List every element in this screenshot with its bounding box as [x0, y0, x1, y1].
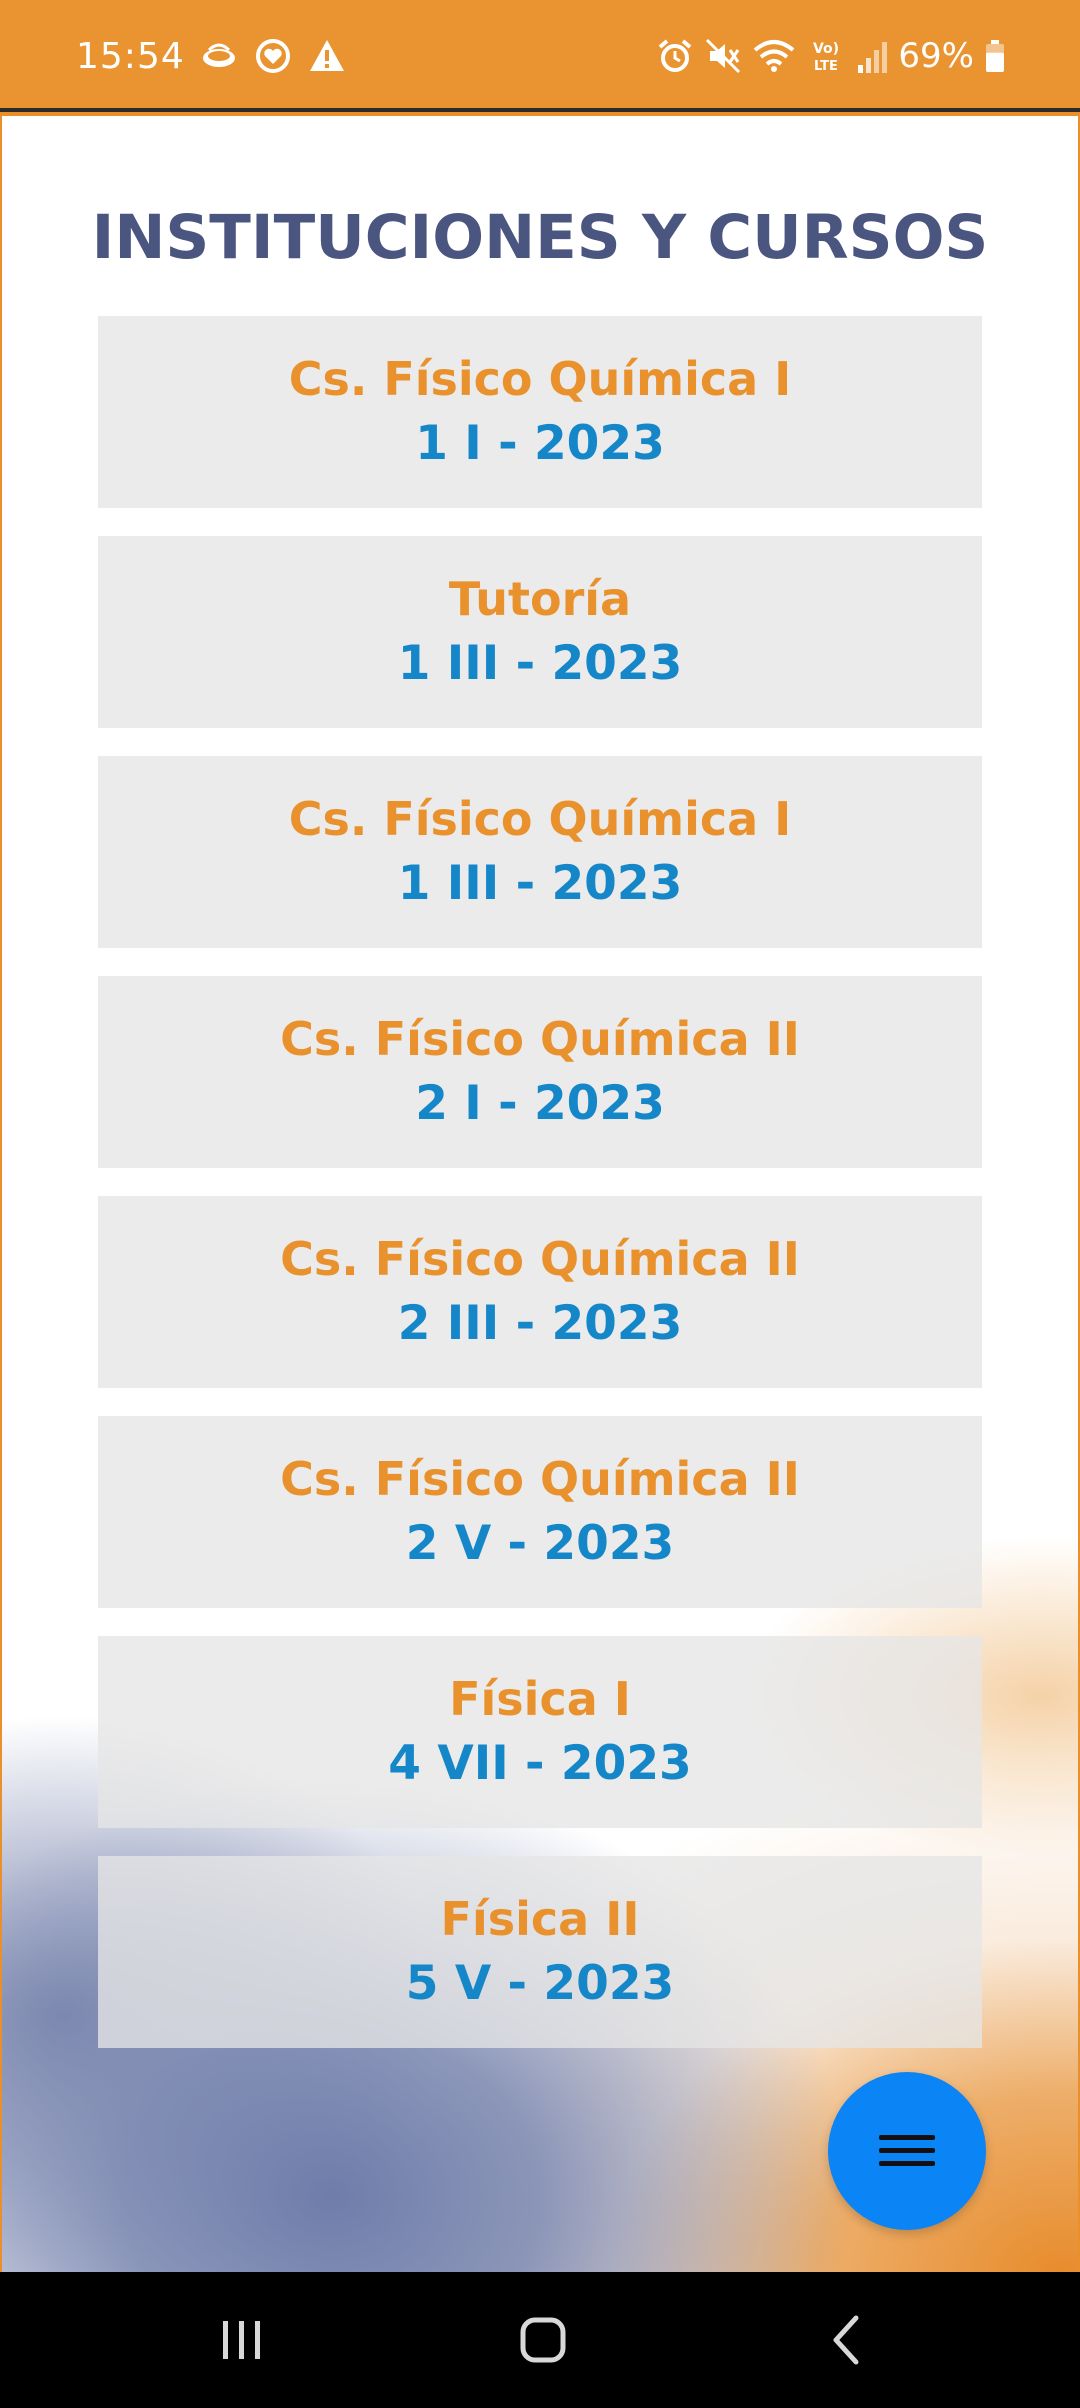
course-name: Física I — [449, 1672, 631, 1726]
course-group: 2 III - 2023 — [397, 1296, 683, 1351]
course-name: Tutoría — [448, 572, 632, 626]
signal-icon — [858, 42, 888, 73]
course-list: Cs. Físico Química I 1 I - 2023 Tutoría … — [98, 316, 982, 2076]
status-bar: 15:54 Vo) LTE 69% — [0, 0, 1080, 112]
course-card[interactable]: Tutoría 1 III - 2023 — [98, 536, 982, 728]
course-group: 2 V - 2023 — [405, 1516, 675, 1571]
recent-apps-icon — [223, 2321, 260, 2359]
course-group: 1 III - 2023 — [397, 636, 683, 691]
navigation-bar — [0, 2272, 1080, 2408]
course-name: Cs. Físico Química II — [280, 1452, 800, 1506]
status-right: Vo) LTE 69% — [656, 30, 1006, 82]
warning-icon — [309, 40, 344, 71]
app-screen: INSTITUCIONES Y CURSOS Cs. Físico Químic… — [2, 116, 1078, 2272]
back-button[interactable] — [806, 2300, 886, 2380]
mute-icon — [706, 38, 741, 74]
course-group: 5 V - 2023 — [405, 1956, 675, 2011]
wifi-icon — [754, 40, 795, 72]
alarm-icon — [659, 39, 692, 72]
volte-icon: Vo) LTE — [813, 41, 839, 74]
page-title: INSTITUCIONES Y CURSOS — [91, 202, 989, 273]
course-card[interactable]: Cs. Físico Química II 2 III - 2023 — [98, 1196, 982, 1388]
svg-text:Vo): Vo) — [813, 41, 839, 57]
course-card[interactable]: Física I 4 VII - 2023 — [98, 1636, 982, 1828]
home-button[interactable] — [503, 2300, 583, 2380]
recent-apps-button[interactable] — [202, 2300, 282, 2380]
course-name: Cs. Físico Química I — [288, 352, 792, 406]
back-icon — [833, 2315, 859, 2365]
course-card[interactable]: Cs. Físico Química II 2 V - 2023 — [98, 1416, 982, 1608]
course-name: Cs. Físico Química I — [288, 792, 792, 846]
status-left: 15:54 — [76, 30, 347, 82]
course-card[interactable]: Cs. Físico Química II 2 I - 2023 — [98, 976, 982, 1168]
battery-icon — [986, 40, 1004, 72]
mate-app-icon — [202, 43, 235, 67]
course-card[interactable]: Cs. Físico Química I 1 III - 2023 — [98, 756, 982, 948]
heart-app-icon — [255, 39, 290, 73]
course-group: 1 III - 2023 — [397, 856, 683, 911]
course-card[interactable]: Física II 5 V - 2023 — [98, 1856, 982, 2048]
battery-percent: 69% — [898, 36, 974, 76]
menu-fab-button[interactable] — [828, 2072, 986, 2230]
course-name: Física II — [440, 1892, 640, 1946]
status-time: 15:54 — [76, 35, 185, 77]
home-icon — [520, 2317, 566, 2363]
menu-icon — [879, 2135, 935, 2166]
svg-text:LTE: LTE — [814, 59, 838, 74]
course-group: 4 VII - 2023 — [388, 1736, 692, 1791]
course-group: 2 I - 2023 — [415, 1076, 665, 1131]
course-name: Cs. Físico Química II — [280, 1012, 800, 1066]
course-group: 1 I - 2023 — [415, 416, 665, 471]
course-card[interactable]: Cs. Físico Química I 1 I - 2023 — [98, 316, 982, 508]
course-name: Cs. Físico Química II — [280, 1232, 800, 1286]
